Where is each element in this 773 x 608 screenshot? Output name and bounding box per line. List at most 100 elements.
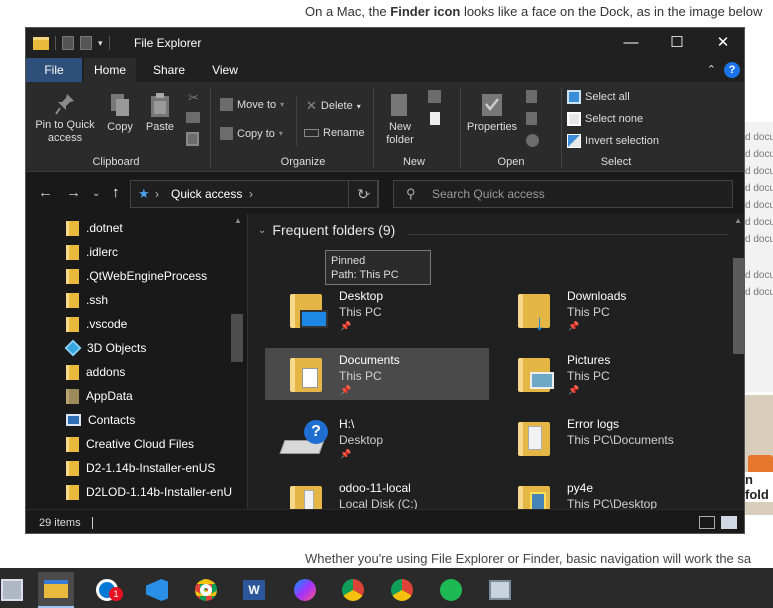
- spotify-icon: [440, 579, 462, 601]
- folder-tile-h-drive[interactable]: ? H:\ Desktop 📌: [265, 412, 489, 464]
- pictures-folder-icon: [518, 356, 554, 394]
- easy-access-icon[interactable]: [430, 112, 440, 125]
- tab-view[interactable]: View: [200, 58, 250, 82]
- chrome-profile-icon: [391, 579, 413, 601]
- folder-tile-pictures[interactable]: Pictures This PC 📌: [493, 348, 717, 400]
- nav-item-idlerc[interactable]: .idlerc: [66, 240, 118, 264]
- tab-share[interactable]: Share: [142, 58, 196, 82]
- nav-item-d2lod-installer[interactable]: D2LOD-1.14b-Installer-enU: [66, 480, 232, 504]
- taskbar-chrome-profile-1[interactable]: [335, 572, 371, 608]
- address-location[interactable]: Quick access: [171, 187, 242, 201]
- move-to-icon: [220, 98, 233, 111]
- organize-group-label: Organize: [280, 156, 326, 168]
- details-view-icon[interactable]: [699, 516, 715, 529]
- word-icon: W: [243, 580, 265, 600]
- copy-path-icon[interactable]: [186, 112, 200, 123]
- background-page-text: On a Mac, the Finder icon looks like a f…: [305, 4, 763, 19]
- taskbar-word[interactable]: W: [236, 572, 272, 608]
- taskbar-messenger[interactable]: [287, 572, 323, 608]
- rename-button[interactable]: Rename: [304, 127, 365, 139]
- folder-icon: [66, 460, 79, 476]
- collapse-ribbon-icon[interactable]: ⌃: [707, 63, 716, 76]
- properties-button[interactable]: Properties: [464, 92, 520, 134]
- folder-icon: [66, 220, 79, 236]
- downloads-folder-icon: ↓: [518, 292, 552, 335]
- maximize-button[interactable]: ☐: [654, 28, 700, 58]
- nav-item-d2-installer[interactable]: D2-1.14b-Installer-enUS: [66, 456, 215, 480]
- pin-icon: 📌: [340, 321, 352, 331]
- large-icons-view-icon[interactable]: [721, 516, 737, 529]
- help-button[interactable]: ?: [724, 62, 740, 78]
- clipboard-group-label: Clipboard: [92, 156, 140, 168]
- chevron-right-icon[interactable]: ›: [249, 187, 253, 201]
- taskbar-vscode[interactable]: [139, 572, 175, 608]
- new-folder-quick-icon[interactable]: [80, 36, 92, 50]
- paste-button[interactable]: Paste: [143, 92, 177, 134]
- taskbar-spotify[interactable]: [433, 572, 469, 608]
- new-folder-button[interactable]: New folder: [380, 92, 420, 147]
- pin-to-quick-access-button[interactable]: Pin to Quick access: [31, 92, 99, 145]
- folder-tile-desktop[interactable]: Desktop This PC 📌: [265, 284, 489, 336]
- tab-home[interactable]: Home: [84, 58, 136, 82]
- nav-item-creative-cloud-files[interactable]: Creative Cloud Files: [66, 432, 194, 456]
- invert-selection-icon: [567, 134, 581, 148]
- folder-tile-documents[interactable]: Documents This PC 📌: [265, 348, 489, 400]
- delete-button[interactable]: ✕ Delete ▾: [306, 98, 361, 114]
- customize-quick-access-dropdown-icon[interactable]: ▾: [98, 38, 103, 49]
- nav-item-appdata[interactable]: AppData: [66, 384, 133, 408]
- nav-item-qtwebengineprocess[interactable]: .QtWebEngineProcess: [66, 264, 207, 288]
- up-arrow-icon[interactable]: ↑: [112, 184, 120, 201]
- history-icon[interactable]: [526, 134, 539, 147]
- documents-folder-icon: [290, 356, 324, 394]
- nav-item-dotnet[interactable]: .dotnet: [66, 216, 123, 240]
- back-arrow-icon[interactable]: ←: [38, 184, 53, 201]
- folder-tile-py4e[interactable]: py4e This PC\Desktop: [493, 476, 717, 509]
- refresh-button[interactable]: ↻: [348, 180, 378, 208]
- folder-tile-error-logs[interactable]: Error logs This PC\Documents: [493, 412, 717, 464]
- nav-item-ssh[interactable]: .ssh: [66, 288, 108, 312]
- folder-tile-odoo[interactable]: odoo-11-local Local Disk (C:): [265, 476, 489, 509]
- address-bar[interactable]: ★ › Quick access › ⌄: [130, 180, 379, 208]
- nav-pane-scrollbar[interactable]: [231, 314, 243, 362]
- nav-item-3d-objects[interactable]: 3D Objects: [64, 336, 146, 360]
- invert-selection-button[interactable]: Invert selection: [567, 134, 659, 148]
- taskbar-chat-app[interactable]: 1: [89, 572, 125, 608]
- tab-file[interactable]: File: [26, 58, 82, 82]
- scroll-up-icon[interactable]: ▲: [234, 216, 242, 225]
- search-box[interactable]: ⚲: [393, 180, 733, 208]
- 3d-objects-icon: [64, 339, 82, 357]
- pinned-tooltip: Pinned Path: This PC: [325, 250, 431, 285]
- nav-item-vscode[interactable]: .vscode: [66, 312, 127, 336]
- paste-shortcut-icon[interactable]: [186, 132, 199, 146]
- scroll-up-icon[interactable]: ▲: [734, 216, 742, 225]
- forward-arrow-icon[interactable]: →: [66, 184, 81, 201]
- file-cabinet-icon[interactable]: [0, 572, 30, 608]
- chevron-right-icon[interactable]: ›: [155, 187, 159, 201]
- chevron-down-icon: ⌄: [258, 224, 267, 236]
- content-scrollbar[interactable]: [733, 258, 744, 354]
- taskbar-chrome-profile-2[interactable]: [384, 572, 420, 608]
- recent-locations-icon[interactable]: ⌄: [92, 188, 100, 199]
- new-item-icon[interactable]: [428, 90, 441, 103]
- select-all-button[interactable]: Select all: [567, 90, 630, 104]
- copy-button[interactable]: Copy: [103, 92, 137, 134]
- close-button[interactable]: ✕: [700, 28, 744, 58]
- search-input[interactable]: [432, 186, 722, 202]
- properties-quick-icon[interactable]: [62, 36, 74, 50]
- appdata-folder-icon: [66, 388, 79, 404]
- taskbar-network-app[interactable]: [482, 572, 518, 608]
- taskbar-chrome[interactable]: [188, 572, 224, 608]
- frequent-folders-header[interactable]: ⌄ Frequent folders (9): [258, 222, 395, 238]
- minimize-button[interactable]: —: [608, 28, 654, 58]
- taskbar-file-explorer[interactable]: [38, 572, 74, 608]
- move-to-button[interactable]: Move to ▾: [220, 98, 284, 111]
- cut-icon[interactable]: ✂: [188, 90, 199, 106]
- nav-item-contacts[interactable]: Contacts: [66, 408, 135, 432]
- copy-to-button[interactable]: Copy to ▾: [220, 127, 283, 140]
- folder-tile-downloads[interactable]: ↓ Downloads This PC 📌: [493, 284, 717, 336]
- nav-item-addons[interactable]: addons: [66, 360, 125, 384]
- select-none-button[interactable]: Select none: [567, 112, 643, 126]
- folder-icon: [66, 484, 79, 500]
- edit-icon[interactable]: [526, 112, 537, 125]
- open-icon[interactable]: [526, 90, 537, 103]
